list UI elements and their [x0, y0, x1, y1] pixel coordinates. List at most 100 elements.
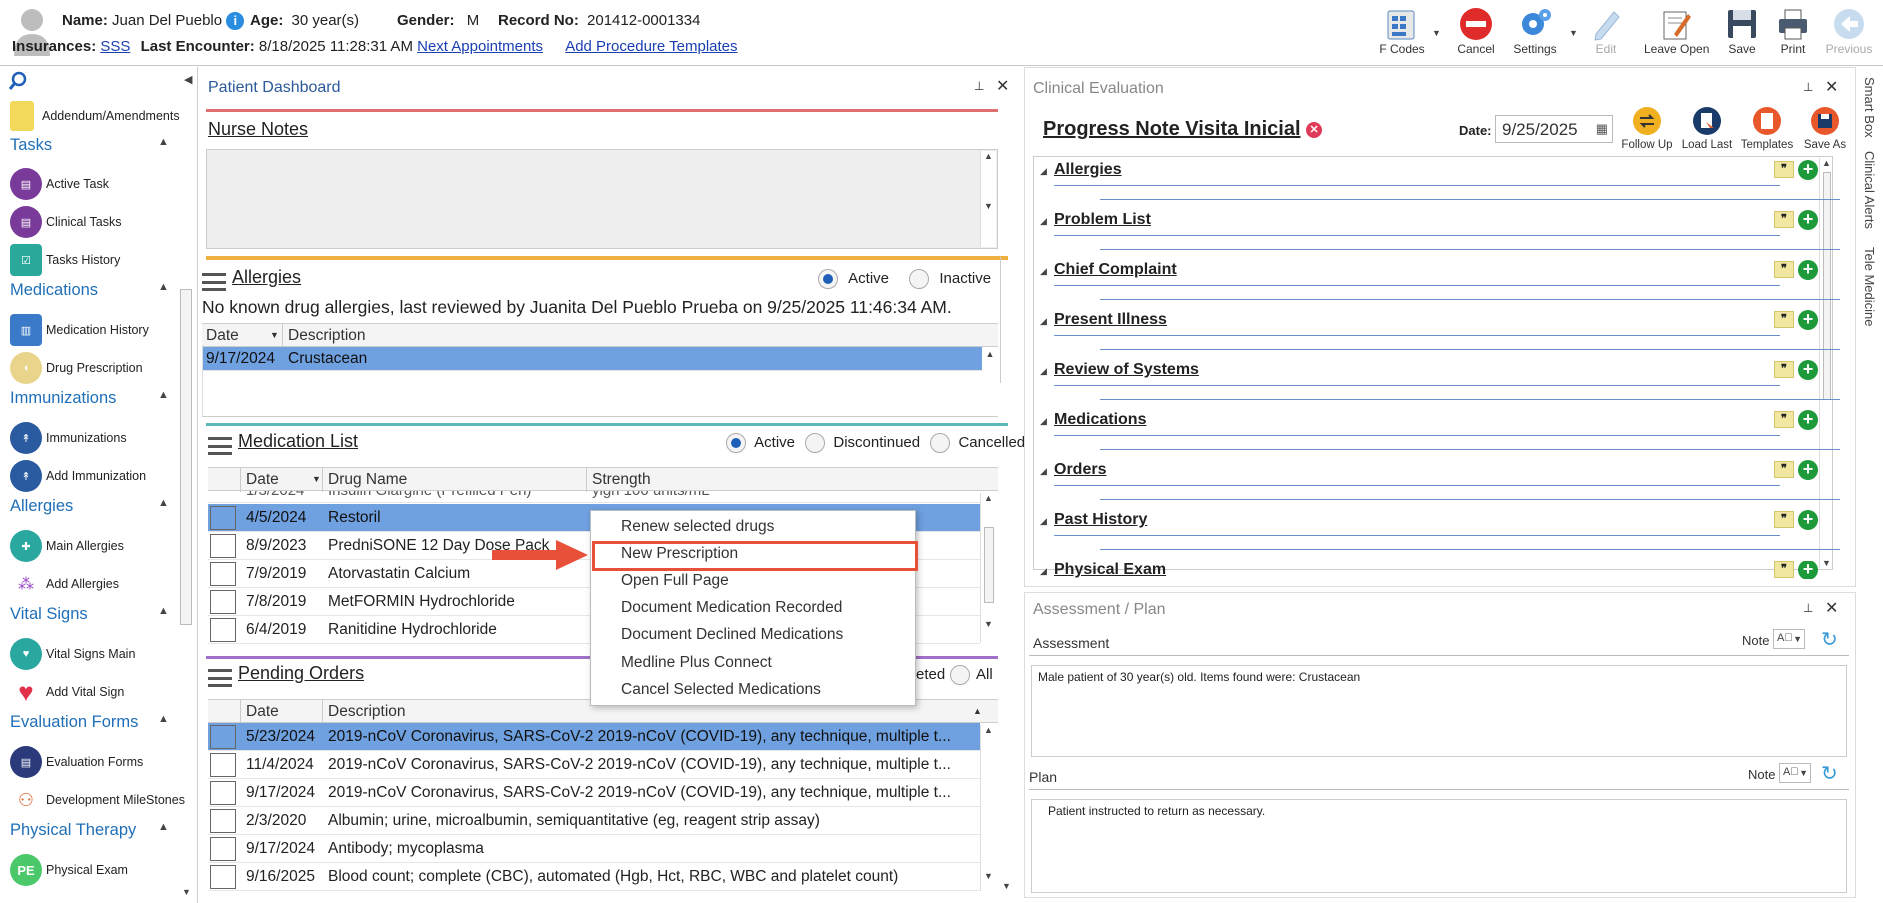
close-icon[interactable]: ✕: [1825, 598, 1838, 618]
menu-icon[interactable]: [208, 437, 232, 455]
close-icon[interactable]: ✕: [996, 76, 1009, 96]
menu-item-renew-selected-drugs[interactable]: Renew selected drugs: [621, 518, 774, 536]
sidebar-section-allergies[interactable]: Allergies ▲: [10, 497, 169, 516]
section-review-of-systems[interactable]: ◢ Review of Systems ❞ +: [1040, 360, 1840, 407]
sort-icon[interactable]: ▼: [312, 474, 321, 484]
medlist-cancelled-radio[interactable]: [930, 433, 951, 453]
nurse-notes-textarea[interactable]: [206, 149, 998, 249]
section-problem-list[interactable]: ◢ Problem List ❞ +: [1040, 210, 1840, 257]
sidebar-item-physical-exam[interactable]: PE Physical Exam: [10, 853, 128, 887]
quote-icon[interactable]: ❞: [1774, 311, 1794, 328]
assessment-textarea[interactable]: Male patient of 30 year(s) old. Items fo…: [1031, 665, 1847, 757]
calendar-icon[interactable]: ▦: [1596, 121, 1608, 137]
quote-icon[interactable]: ❞: [1774, 511, 1794, 528]
nurse-notes-scrollbar[interactable]: ▲ ▼: [980, 151, 996, 247]
section-label[interactable]: Present Illness: [1054, 311, 1167, 329]
add-icon[interactable]: +: [1798, 310, 1818, 330]
medlist-active-radio[interactable]: [726, 433, 746, 453]
column-header[interactable]: Date: [246, 471, 279, 489]
quote-icon[interactable]: ❞: [1774, 211, 1794, 228]
quote-icon[interactable]: ❞: [1774, 411, 1794, 428]
refresh-icon[interactable]: ↻: [1821, 761, 1838, 786]
search-icon[interactable]: [8, 71, 28, 95]
row-checkbox[interactable]: [210, 618, 236, 642]
section-label[interactable]: Orders: [1054, 461, 1106, 479]
sidebar-item-vital-signs-main[interactable]: ♥ Vital Signs Main: [10, 637, 135, 671]
pin-icon[interactable]: ⊥: [1803, 80, 1813, 94]
close-icon[interactable]: ✕: [1825, 77, 1838, 97]
section-label[interactable]: Physical Exam: [1054, 561, 1166, 579]
quote-icon[interactable]: ❞: [1774, 461, 1794, 478]
sidebar-item-clinical-tasks[interactable]: ▤ Clinical Tasks: [10, 205, 122, 239]
add-icon[interactable]: +: [1798, 561, 1818, 579]
column-header[interactable]: Date: [246, 703, 279, 721]
column-header[interactable]: Description: [288, 327, 366, 345]
add-procedure-templates-link[interactable]: Add Procedure Templates: [565, 38, 737, 55]
menu-item-document-declined-medications[interactable]: Document Declined Medications: [621, 626, 843, 644]
date-input[interactable]: 9/25/2025 ▦: [1495, 115, 1613, 143]
section-allergies[interactable]: ◢ Allergies ❞ +: [1040, 160, 1840, 207]
expand-triangle-icon[interactable]: ◢: [1040, 266, 1047, 277]
quote-icon[interactable]: ❞: [1774, 561, 1794, 578]
previous-button[interactable]: Previous: [1820, 6, 1878, 56]
expand-triangle-icon[interactable]: ◢: [1040, 566, 1047, 577]
sections-scrollbar[interactable]: ▲ ▼: [1819, 158, 1833, 568]
leave-open-button[interactable]: Leave Open: [1644, 6, 1709, 56]
table-row[interactable]: 9/16/2025 Blood count; complete (CBC), a…: [208, 863, 980, 891]
pin-icon[interactable]: ⊥: [1803, 601, 1813, 615]
expand-triangle-icon[interactable]: ◢: [1040, 516, 1047, 527]
sidebar-section-evaluation-forms[interactable]: Evaluation Forms ▲: [10, 713, 169, 732]
section-label[interactable]: Medications: [1054, 411, 1146, 429]
add-icon[interactable]: +: [1798, 510, 1818, 530]
menu-icon[interactable]: [202, 273, 226, 291]
sidebar-section-immunizations[interactable]: Immunizations ▲: [10, 389, 169, 408]
follow-up-button[interactable]: Follow Up: [1617, 106, 1677, 151]
quote-icon[interactable]: ❞: [1774, 161, 1794, 178]
table-row[interactable]: 11/4/2024 2019-nCoV Coronavirus, SARS-Co…: [208, 751, 980, 779]
menu-item-open-full-page[interactable]: Open Full Page: [621, 572, 729, 590]
row-checkbox[interactable]: [210, 725, 236, 749]
sidebar-item-add-immunization[interactable]: ↟ Add Immunization: [10, 459, 146, 493]
sidebar-section-tasks[interactable]: Tasks ▲: [10, 136, 169, 155]
column-header[interactable]: Date: [206, 327, 239, 345]
sidebar-item-development-milestones[interactable]: ⚇ Development MileStones: [10, 783, 185, 817]
table-row[interactable]: 2/3/2020 Albumin; urine, microalbumin, s…: [208, 807, 980, 835]
settings-button[interactable]: Settings: [1506, 6, 1564, 56]
cancel-button[interactable]: Cancel: [1447, 6, 1505, 56]
sidebar-section-medications[interactable]: Medications ▲: [10, 281, 169, 300]
section-label[interactable]: Past History: [1054, 511, 1147, 529]
section-orders[interactable]: ◢ Orders ❞ +: [1040, 460, 1840, 507]
section-label[interactable]: Chief Complaint: [1054, 261, 1177, 279]
load-last-button[interactable]: Load Last: [1677, 106, 1737, 151]
expand-triangle-icon[interactable]: ◢: [1040, 416, 1047, 427]
medlist-scrollbar[interactable]: ▲ ▼: [980, 493, 996, 643]
add-icon[interactable]: +: [1798, 460, 1818, 480]
add-icon[interactable]: +: [1798, 160, 1818, 180]
sort-icon[interactable]: ▼: [270, 330, 279, 340]
assessment-note-dropdown[interactable]: A⃞ ▼: [1773, 629, 1805, 649]
section-label[interactable]: Problem List: [1054, 211, 1151, 229]
menu-item-document-medication-recorded[interactable]: Document Medication Recorded: [621, 599, 842, 617]
row-checkbox[interactable]: [210, 753, 236, 777]
next-appointments-link[interactable]: Next Appointments: [417, 38, 543, 55]
menu-item-medline-plus-connect[interactable]: Medline Plus Connect: [621, 654, 772, 672]
tab-clinical-alerts[interactable]: Clinical Alerts: [1862, 151, 1877, 229]
column-header[interactable]: Description: [328, 703, 406, 721]
quote-icon[interactable]: ❞: [1774, 361, 1794, 378]
row-checkbox[interactable]: [210, 506, 236, 530]
section-past-history[interactable]: ◢ Past History ❞ +: [1040, 510, 1840, 557]
allergies-scrollbar[interactable]: ▲: [982, 349, 998, 417]
templates-button[interactable]: Templates: [1737, 106, 1797, 151]
expand-triangle-icon[interactable]: ◢: [1040, 166, 1047, 177]
fcodes-dropdown-icon[interactable]: ▼: [1432, 28, 1441, 38]
section-medications[interactable]: ◢ Medications ❞ +: [1040, 410, 1840, 457]
sidebar-section-physical-therapy[interactable]: Physical Therapy ▲: [10, 821, 169, 840]
sidebar-scrollbar[interactable]: [180, 289, 192, 625]
remove-note-icon[interactable]: ✕: [1306, 121, 1323, 138]
column-header[interactable]: Drug Name: [328, 471, 407, 489]
expand-triangle-icon[interactable]: ◢: [1040, 366, 1047, 377]
medlist-discontinued-radio[interactable]: [805, 433, 826, 453]
add-icon[interactable]: +: [1798, 360, 1818, 380]
scroll-down-icon[interactable]: ▼: [182, 887, 191, 897]
table-row[interactable]: 5/23/2024 2019-nCoV Coronavirus, SARS-Co…: [208, 723, 980, 751]
